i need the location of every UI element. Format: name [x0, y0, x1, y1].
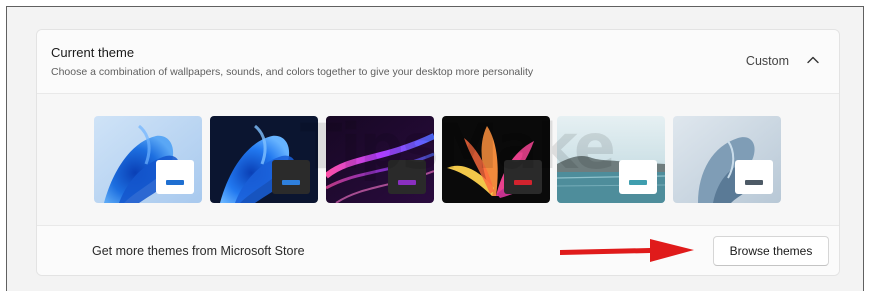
- accent-bar: [745, 180, 763, 185]
- settings-window: Current theme Choose a combination of wa…: [6, 6, 864, 291]
- theme-preview-window: [272, 160, 310, 194]
- accent-bar: [398, 180, 416, 185]
- theme-tile-sunrise[interactable]: [557, 116, 665, 203]
- theme-gallery: [37, 94, 839, 226]
- store-label: Get more themes from Microsoft Store: [92, 244, 305, 258]
- accent-bar: [629, 180, 647, 185]
- theme-tile-windows-dark[interactable]: [210, 116, 318, 203]
- accent-bar: [166, 180, 184, 185]
- theme-tile-glow[interactable]: [326, 116, 434, 203]
- theme-preview-window: [156, 160, 194, 194]
- store-row: Get more themes from Microsoft Store Bro…: [37, 226, 839, 275]
- theme-tile-captured-motion[interactable]: [442, 116, 550, 203]
- theme-preview-window: [388, 160, 426, 194]
- accent-bar: [282, 180, 300, 185]
- theme-preview-window: [504, 160, 542, 194]
- theme-preview-window: [619, 160, 657, 194]
- current-theme-value: Custom: [745, 54, 789, 68]
- accent-bar: [514, 180, 532, 185]
- current-theme-description: Choose a combination of wallpapers, soun…: [51, 66, 534, 78]
- red-arrow-annotation: [560, 239, 694, 262]
- current-theme-header[interactable]: Current theme Choose a combination of wa…: [37, 30, 839, 94]
- chevron-up-icon[interactable]: [805, 52, 821, 68]
- theme-preview-window: [735, 160, 773, 194]
- theme-tile-windows-light[interactable]: [94, 116, 202, 203]
- browse-themes-button[interactable]: Browse themes: [713, 236, 829, 266]
- theme-tile-flow[interactable]: [673, 116, 781, 203]
- current-theme-card: Current theme Choose a combination of wa…: [36, 29, 840, 276]
- current-theme-title: Current theme: [51, 45, 135, 60]
